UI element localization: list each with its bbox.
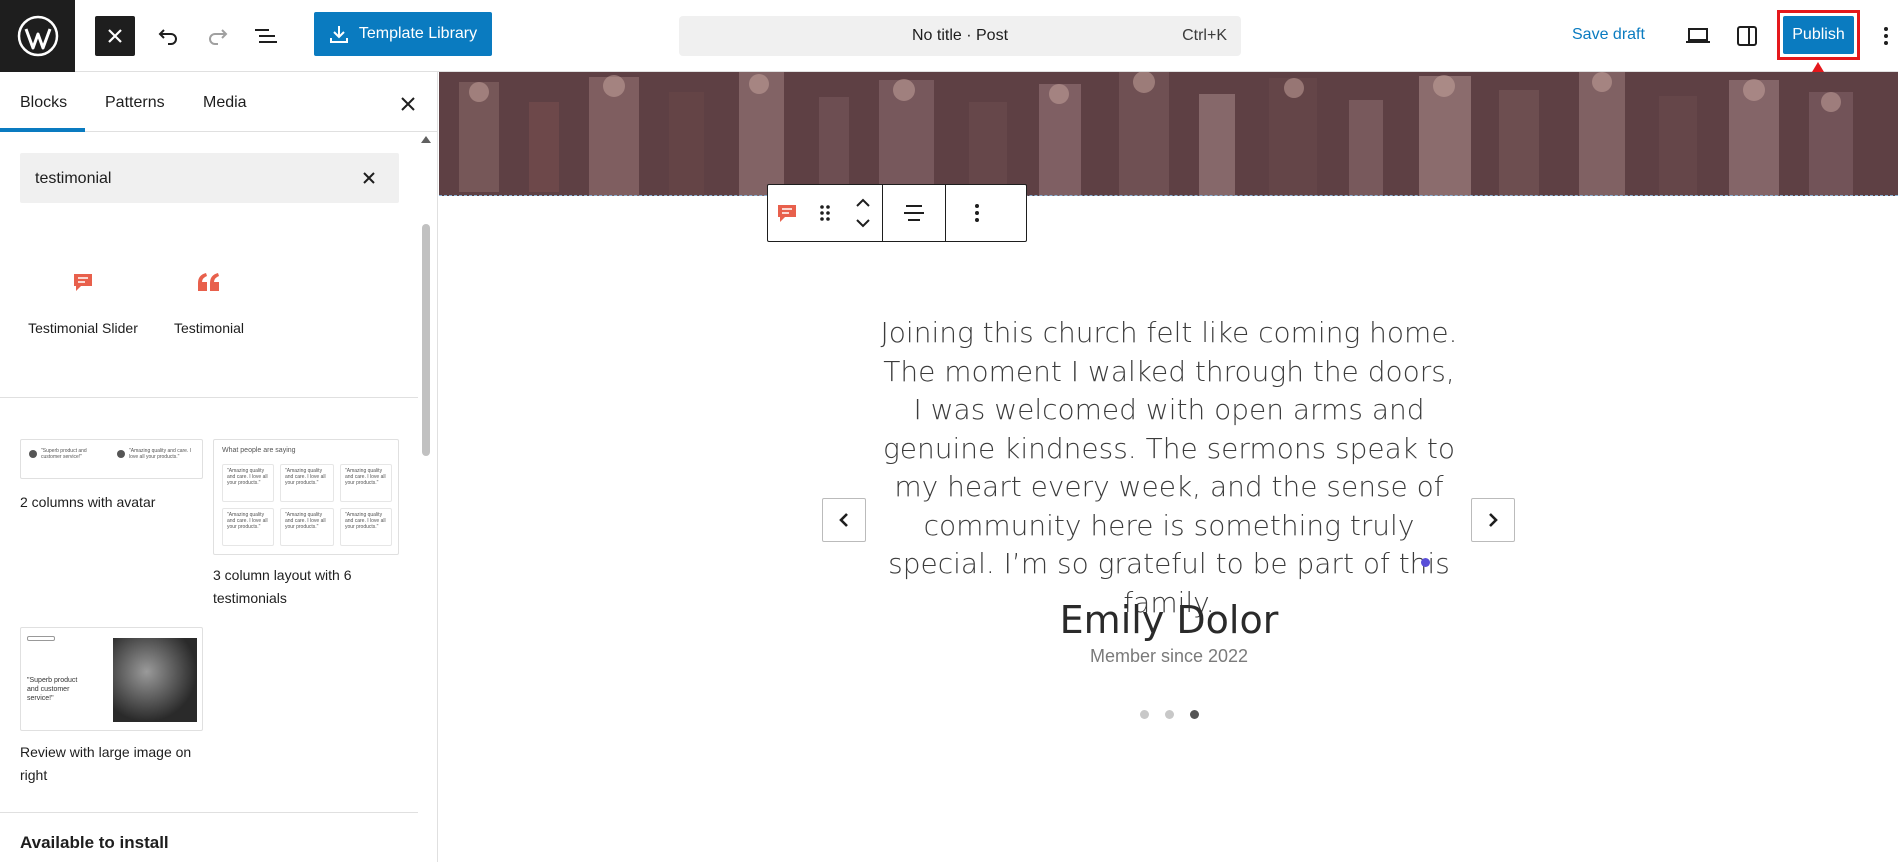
wordpress-logo-icon[interactable] — [0, 0, 75, 72]
preview-text: "Amazing quality and care. I love all yo… — [285, 512, 326, 530]
command-shortcut-hint: Ctrl+K — [1182, 27, 1227, 44]
pattern-label[interactable]: Review with large image on right — [20, 741, 210, 787]
slider-prev-button[interactable] — [822, 498, 866, 542]
speech-bubble-icon — [74, 274, 92, 291]
drag-handle-icon — [820, 205, 830, 221]
testimonial-quote[interactable]: Joining this church felt like coming hom… — [879, 314, 1459, 622]
testimonial-member-since[interactable]: Member since 2022 — [879, 646, 1459, 667]
redo-button[interactable] — [198, 16, 238, 56]
close-panel-button[interactable] — [396, 92, 420, 116]
inserter-tabs: Blocks Patterns Media — [0, 72, 437, 132]
close-icon — [108, 29, 122, 43]
pattern-preview-2-columns-avatar[interactable]: "Superb product and customer service!" "… — [20, 439, 203, 479]
review-photo — [113, 638, 197, 722]
publish-highlight-box: Publish — [1777, 10, 1860, 60]
view-button[interactable] — [1674, 16, 1722, 56]
editor-canvas: Joining this church felt like coming hom… — [439, 72, 1898, 862]
sidebar-toggle-icon — [1737, 26, 1757, 46]
preview-text: "Amazing quality and care. I love all yo… — [129, 448, 192, 460]
pattern-label[interactable]: 3 column layout with 6 testimonials — [213, 564, 403, 610]
pattern-preview-review-large-image[interactable]: "Superb product and customer service!" — [20, 627, 203, 731]
block-options-button[interactable] — [958, 185, 996, 241]
preview-text: What people are saying — [222, 447, 296, 454]
desktop-icon — [1686, 28, 1710, 43]
preview-text: "Superb product and customer service!" — [41, 448, 87, 460]
clear-search-button[interactable] — [359, 168, 379, 188]
speech-bubble-icon — [778, 205, 796, 222]
move-up-down-buttons[interactable] — [844, 185, 882, 241]
slider-next-button[interactable] — [1471, 498, 1515, 542]
crowd-photo — [439, 72, 1898, 196]
save-draft-button[interactable]: Save draft — [1572, 26, 1645, 44]
scroll-up-arrow-icon[interactable] — [421, 136, 431, 143]
chevron-up-down-icon — [856, 198, 870, 228]
block-search-input[interactable]: testimonial — [20, 153, 399, 203]
text-cursor-indicator — [1421, 558, 1430, 567]
post-title-indicator: No title · Post — [911, 27, 1009, 44]
more-vertical-icon — [975, 204, 979, 222]
available-to-install-heading: Available to install — [20, 833, 169, 852]
testimonial-author[interactable]: Emily Dolor — [879, 598, 1459, 642]
section-divider — [0, 812, 418, 813]
scroll-thumb[interactable] — [422, 224, 430, 456]
publish-button[interactable]: Publish — [1783, 16, 1854, 54]
slider-dot-3[interactable] — [1190, 710, 1199, 719]
block-inserter-panel: Blocks Patterns Media testimonial Testim… — [0, 72, 438, 862]
quote-mark-icon — [198, 273, 219, 291]
editor-header: Template Library No title · Post Ctrl+K … — [0, 0, 1898, 72]
download-icon — [329, 26, 348, 43]
close-inserter-button[interactable] — [95, 16, 135, 56]
drag-handle-button[interactable] — [806, 185, 844, 241]
block-testimonial[interactable]: Testimonial — [154, 262, 264, 338]
close-icon — [363, 172, 375, 184]
preview-text: "Amazing quality and care. I love all yo… — [227, 512, 268, 530]
undo-button[interactable] — [148, 16, 188, 56]
chevron-left-icon — [839, 513, 848, 527]
align-button[interactable] — [895, 185, 933, 241]
block-label: Testimonial — [173, 320, 245, 336]
command-palette-bar[interactable]: No title · Post Ctrl+K — [679, 16, 1241, 56]
block-testimonial-slider[interactable]: Testimonial Slider — [28, 262, 138, 338]
document-overview-button[interactable] — [246, 16, 286, 56]
more-vertical-icon — [1884, 27, 1888, 45]
preview-text: "Amazing quality and care. I love all yo… — [285, 468, 326, 486]
sidebar-scrollbar[interactable] — [418, 136, 434, 862]
list-view-icon — [255, 29, 277, 43]
preview-text: "Amazing quality and care. I love all yo… — [345, 512, 386, 530]
preview-text: "Superb product and customer service!" — [27, 677, 78, 702]
align-center-icon — [904, 205, 924, 221]
toolbar-group-block — [768, 185, 883, 241]
tab-blocks[interactable]: Blocks — [20, 94, 67, 112]
slider-dot-1[interactable] — [1140, 710, 1149, 719]
redo-icon — [209, 29, 228, 45]
settings-sidebar-button[interactable] — [1724, 16, 1770, 56]
template-library-label: Template Library — [358, 25, 478, 42]
preview-text: "Amazing quality and care. I love all yo… — [345, 468, 386, 486]
tab-patterns[interactable]: Patterns — [105, 94, 165, 112]
active-tab-indicator — [0, 128, 85, 132]
section-divider — [0, 397, 418, 398]
hero-crowd-image — [439, 72, 1898, 196]
search-value: testimonial — [35, 170, 112, 187]
toolbar-group-align — [883, 185, 946, 241]
block-toolbar — [767, 184, 1027, 242]
template-library-button[interactable]: Template Library — [314, 12, 492, 56]
toolbar-group-options — [946, 185, 1008, 241]
close-icon — [401, 97, 415, 111]
block-type-button[interactable] — [768, 185, 806, 241]
slider-dot-2[interactable] — [1165, 710, 1174, 719]
chevron-right-icon — [1489, 513, 1498, 527]
pattern-preview-3-column-6-testimonials[interactable]: What people are saying "Amazing quality … — [213, 439, 399, 555]
block-label: Testimonial Slider — [28, 320, 138, 336]
tab-media[interactable]: Media — [203, 94, 247, 112]
options-menu-button[interactable] — [1876, 16, 1896, 56]
preview-text: "Amazing quality and care. I love all yo… — [227, 468, 268, 486]
block-boundary-line — [439, 195, 1898, 196]
undo-icon — [158, 29, 177, 45]
pattern-label[interactable]: 2 columns with avatar — [20, 491, 155, 514]
